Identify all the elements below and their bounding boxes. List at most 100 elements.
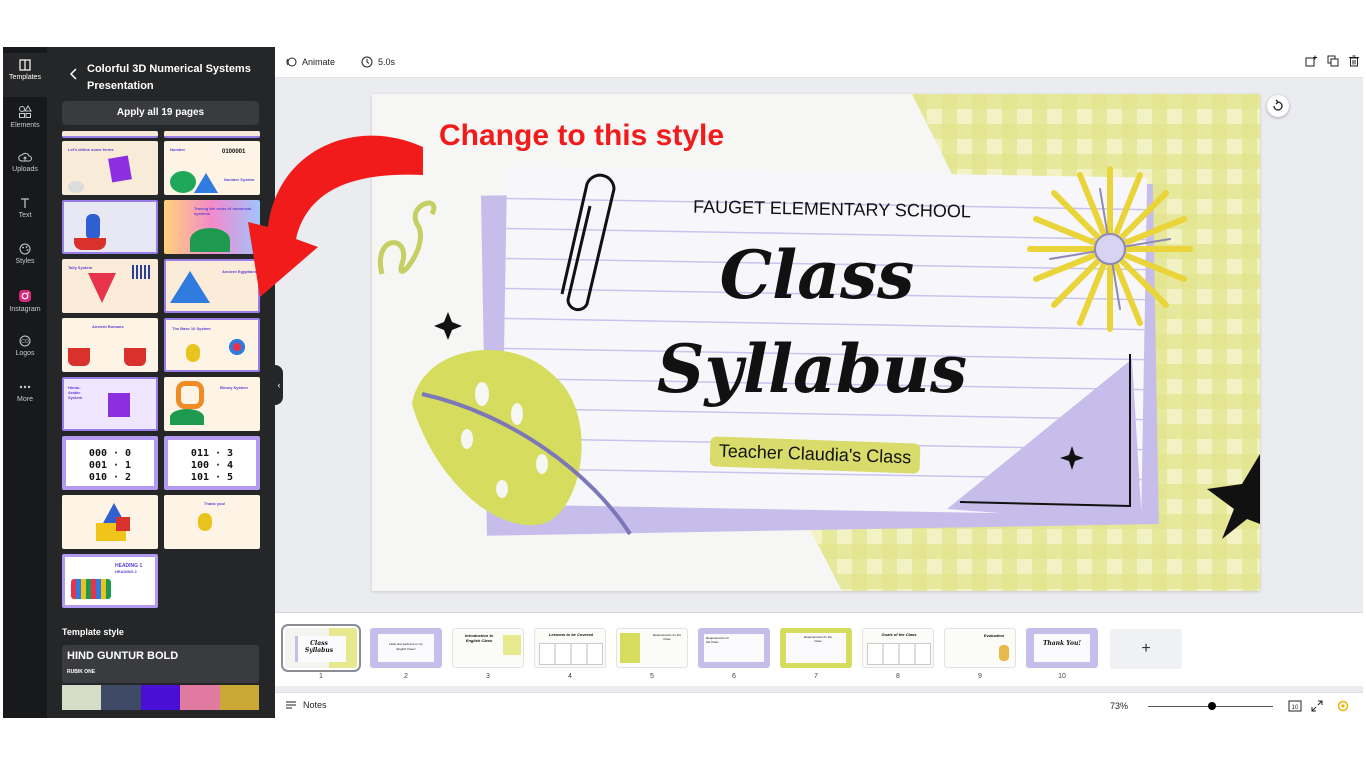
template-thumb-12[interactable]: 011 · 3 100 · 4 101 · 5 [164, 436, 260, 490]
duration-label: 5.0s [378, 57, 396, 67]
filmstrip-page-text: Requirements for the Class [652, 633, 681, 641]
filmstrip-page-number: 10 [1058, 673, 1066, 680]
more-dots-icon [19, 385, 31, 389]
filmstrip-page-text: Class Syllabus [304, 640, 334, 654]
template-thumb-partial[interactable] [62, 131, 158, 138]
thumb-title: Binary System [220, 385, 248, 390]
template-thumb-15[interactable]: HEADING 1 HEADING 2 [62, 554, 158, 608]
svg-text:CO: CO [21, 339, 29, 345]
instagram-icon [19, 290, 31, 302]
template-thumb-3[interactable] [62, 200, 158, 254]
refresh-icon [1273, 99, 1283, 111]
trash-icon[interactable] [1348, 55, 1360, 67]
clock-icon [361, 56, 373, 68]
thumb-binary-text: 000 · 0 001 · 1 010 · 2 [88, 448, 132, 483]
rail-item-text[interactable]: Text [3, 191, 47, 235]
filmstrip-page-text: Lessons to be Covered [548, 632, 593, 637]
help-icon[interactable] [1337, 700, 1349, 712]
animate-icon [286, 57, 297, 67]
slide-title-line1[interactable]: Class [652, 242, 982, 308]
template-font-secondary: RUBIK ONE [67, 669, 96, 675]
filmstrip-page-9[interactable]: Evaluation [944, 628, 1016, 668]
filmstrip-page-5[interactable]: Requirements for the Class [616, 628, 688, 668]
filmstrip-page-7[interactable]: Requirements for the Class [780, 628, 852, 668]
panel-collapse-handle[interactable]: ‹ [275, 365, 283, 405]
template-thumb-9[interactable]: Hindu-Arabic System [62, 377, 158, 431]
text-icon [21, 198, 29, 208]
rail-item-instagram[interactable]: Instagram [3, 283, 47, 327]
template-thumb-5[interactable]: Tally System [62, 259, 158, 313]
filmstrip-page-number: 2 [404, 673, 408, 680]
thumb-heading-2: HEADING 2 [115, 569, 137, 574]
red-arrow-annotation [248, 135, 423, 297]
filmstrip-page-4[interactable]: Lessons to be Covered [534, 628, 606, 668]
duration-button[interactable]: 5.0s [361, 54, 395, 70]
template-thumb-7[interactable]: Ancient Romans [62, 318, 158, 372]
filmstrip-page-3[interactable]: Introduction to English Class [452, 628, 524, 668]
panel-title: Colorful 3D Numerical Systems Presentati… [87, 63, 251, 92]
notes-label: Notes [303, 700, 327, 710]
thumb-title: Hindu-Arabic System [68, 385, 83, 400]
chevron-left-icon[interactable] [67, 67, 81, 81]
filmstrip-page-number: 4 [568, 673, 572, 680]
rail-label: Styles [15, 258, 35, 265]
add-page-icon[interactable] [1305, 55, 1317, 67]
template-font-primary: HIND GUNTUR BOLD [67, 650, 179, 662]
regenerate-button[interactable] [1267, 95, 1289, 117]
annotation-text: Change to this style [439, 119, 725, 152]
rail-item-more[interactable]: More [3, 375, 47, 419]
animate-label: Animate [302, 57, 336, 67]
filmstrip-page-text: Thank You! [1042, 640, 1082, 647]
template-thumb-11[interactable]: 000 · 0 001 · 1 010 · 2 [62, 436, 158, 490]
thumb-title: Let's define some terms [68, 147, 114, 152]
left-rail: Templates Elements Uploads Text Styles I… [3, 47, 47, 718]
logo-icon: CO [19, 335, 31, 347]
thumb-title: Tally System [68, 265, 93, 270]
filmstrip-page-number: 5 [650, 673, 654, 680]
filmstrip-page-2[interactable]: Hello and welcome to my English Class! [370, 628, 442, 668]
rail-label: Uploads [12, 166, 38, 173]
filmstrip-page-1[interactable]: Class Syllabus [281, 624, 361, 672]
rail-item-templates[interactable]: Templates [3, 53, 47, 97]
thumb-binary-text: 011 · 3 100 · 4 101 · 5 [190, 448, 234, 483]
template-font-card[interactable]: HIND GUNTUR BOLD RUBIK ONE [62, 645, 259, 683]
thumb-title: Thank you! [204, 501, 226, 506]
rail-label: Instagram [9, 306, 41, 313]
rail-label: Templates [9, 74, 41, 81]
notes-button[interactable]: Notes [285, 700, 327, 710]
filmstrip-page-8[interactable]: Goals of the Class [862, 628, 934, 668]
page-grid-icon[interactable]: 10 [1288, 699, 1302, 713]
rail-item-uploads[interactable]: Uploads [3, 145, 47, 189]
duplicate-page-icon[interactable] [1327, 55, 1339, 67]
add-page-button[interactable]: + [1110, 629, 1182, 669]
filmstrip-page-number: 7 [814, 673, 818, 680]
filmstrip-page-number: 1 [319, 673, 323, 680]
slide-canvas[interactable]: FAUGET ELEMENTARY SCHOOL Class Syllabus … [372, 94, 1260, 591]
rail-item-logos[interactable]: CO Logos [3, 329, 47, 373]
rail-label: Text [18, 212, 32, 219]
template-thumb-10[interactable]: Binary System [164, 377, 260, 431]
editor-frame: Templates Elements Uploads Text Styles I… [3, 47, 1363, 718]
rail-item-elements[interactable]: Elements [3, 99, 47, 143]
palette-icon [19, 243, 31, 255]
template-thumb-14[interactable]: Thank you! [164, 495, 260, 549]
template-thumb-1[interactable]: Let's define some terms [62, 141, 158, 195]
rail-label: More [17, 396, 33, 403]
filmstrip-page-6[interactable]: Requirements for the Class [698, 628, 770, 668]
rail-item-styles[interactable]: Styles [3, 237, 47, 281]
page-filmstrip: Class Syllabus 1 Hello and welcome to my… [275, 613, 1363, 686]
slide-title-line2[interactable]: Syllabus [632, 336, 992, 402]
thumb-title: Number [170, 147, 186, 152]
animate-button[interactable]: Animate [285, 54, 335, 70]
fullscreen-icon[interactable] [1311, 700, 1323, 712]
notes-icon [286, 701, 296, 709]
template-color-palette[interactable] [62, 685, 260, 710]
zoom-level[interactable]: 73% [1110, 701, 1128, 711]
zoom-slider-knob[interactable] [1207, 702, 1216, 710]
filmstrip-page-text: Hello and welcome to my English Class! [389, 642, 423, 651]
palette-swatch [101, 685, 141, 710]
template-icon [19, 59, 31, 71]
template-thumb-13[interactable] [62, 495, 158, 549]
filmstrip-page-10[interactable]: Thank You! [1026, 628, 1098, 668]
filmstrip-page-number: 9 [978, 673, 982, 680]
